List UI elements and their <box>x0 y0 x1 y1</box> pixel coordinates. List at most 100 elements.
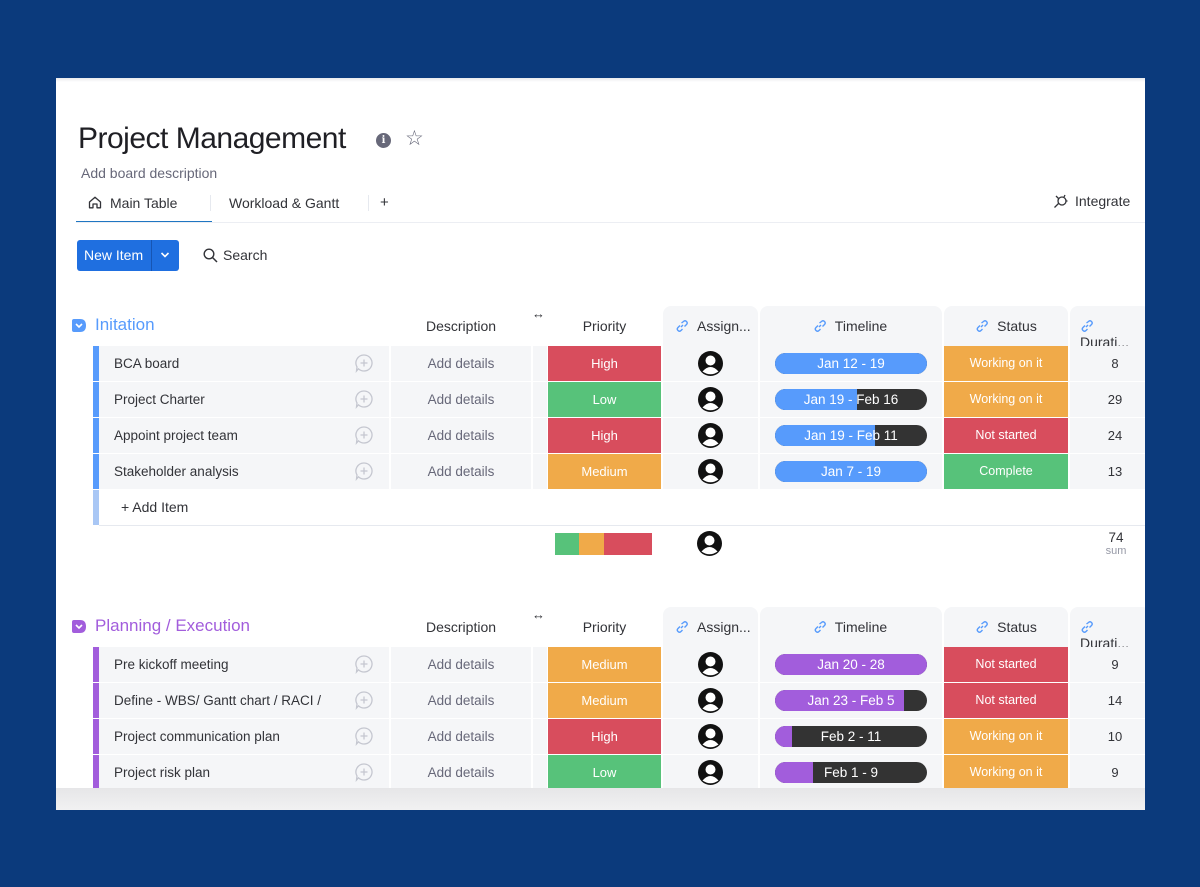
column-header-priority[interactable]: Priority <box>548 619 661 635</box>
integrate-button[interactable]: Integrate <box>1053 193 1130 209</box>
assignee-cell[interactable] <box>663 755 758 790</box>
description-cell[interactable]: Add details <box>391 454 531 489</box>
item-name-cell[interactable]: Pre kickoff meeting <box>99 647 389 682</box>
timeline-cell[interactable]: Jan 19 - Feb 16 <box>760 382 942 417</box>
priority-label[interactable]: Medium <box>548 454 661 489</box>
timeline-cell[interactable]: Feb 2 - 11 <box>760 719 942 754</box>
description-cell[interactable]: Add details <box>391 346 531 381</box>
item-name-cell[interactable]: Appoint project team <box>99 418 389 453</box>
status-label[interactable]: Not started <box>944 647 1068 682</box>
priority-label[interactable]: Medium <box>548 683 661 718</box>
avatar-icon[interactable] <box>697 350 724 377</box>
item-name[interactable]: BCA board <box>114 356 179 371</box>
item-name[interactable]: Project communication plan <box>114 729 280 744</box>
priority-segment-low[interactable] <box>555 533 580 555</box>
assignee-cell[interactable] <box>663 647 758 682</box>
assignee-cell[interactable] <box>663 683 758 718</box>
column-header-status[interactable]: Status <box>944 619 1068 635</box>
column-header-timeline[interactable]: Timeline <box>760 619 940 635</box>
add-item-button[interactable]: + Add Item <box>121 499 188 515</box>
duration-cell[interactable]: 14 <box>1070 683 1145 718</box>
add-update-icon[interactable] <box>354 654 374 674</box>
duration-cell[interactable]: 10 <box>1070 719 1145 754</box>
table-row[interactable]: BCA board Add details High Jan 12 - 19 Worki… <box>56 346 1145 382</box>
avatar-icon[interactable] <box>697 458 724 485</box>
timeline-pill[interactable]: Feb 1 - 9 <box>775 762 927 783</box>
status-label[interactable]: Not started <box>944 683 1068 718</box>
assignee-cell[interactable] <box>663 346 758 381</box>
add-item-row[interactable]: + Add Item <box>56 490 1145 526</box>
group-title[interactable]: Initation <box>95 315 155 335</box>
tab-workload-gantt[interactable]: Workload & Gantt <box>229 191 339 223</box>
timeline-pill[interactable]: Jan 20 - 28 <box>775 654 927 675</box>
item-name[interactable]: Project risk plan <box>114 765 210 780</box>
resize-column-icon[interactable]: ↔ <box>532 607 545 622</box>
avatar-icon[interactable] <box>697 386 724 413</box>
assignee-cell[interactable] <box>663 382 758 417</box>
table-row[interactable]: Project risk plan Add details Low Feb 1 - 9… <box>56 755 1145 791</box>
add-update-icon[interactable] <box>354 389 374 409</box>
column-header-assignee[interactable]: Assign... <box>663 619 758 635</box>
column-header-description[interactable]: Description <box>391 318 531 334</box>
duration-cell[interactable]: 24 <box>1070 418 1145 453</box>
priority-distribution-bar[interactable] <box>555 533 652 555</box>
info-icon[interactable]: i <box>376 133 391 148</box>
timeline-cell[interactable]: Jan 7 - 19 <box>760 454 942 489</box>
avatar-icon[interactable] <box>697 759 724 786</box>
add-update-icon[interactable] <box>354 726 374 746</box>
item-name[interactable]: Project Charter <box>114 392 205 407</box>
priority-label[interactable]: Low <box>548 382 661 417</box>
assignee-cell[interactable] <box>663 454 758 489</box>
table-row[interactable]: Appoint project team Add details High Jan 1… <box>56 418 1145 454</box>
status-label[interactable]: Working on it <box>944 382 1068 417</box>
priority-segment-medium[interactable] <box>579 533 604 555</box>
avatar-icon[interactable] <box>697 422 724 449</box>
table-row[interactable]: Define - WBS/ Gantt chart / RACI / Add de… <box>56 683 1145 719</box>
chevron-down-icon[interactable] <box>157 248 173 262</box>
column-header-status[interactable]: Status <box>944 318 1068 334</box>
priority-label[interactable]: Low <box>548 755 661 790</box>
status-label[interactable]: Not started <box>944 418 1068 453</box>
timeline-pill[interactable]: Jan 19 - Feb 11 <box>775 425 927 446</box>
timeline-pill[interactable]: Jan 23 - Feb 5 <box>775 690 927 711</box>
add-update-icon[interactable] <box>354 762 374 782</box>
new-item-button[interactable]: New Item <box>77 240 179 271</box>
priority-label[interactable]: High <box>548 719 661 754</box>
resize-column-icon[interactable]: ↔ <box>532 306 545 321</box>
assignee-cell[interactable] <box>663 719 758 754</box>
timeline-cell[interactable]: Feb 1 - 9 <box>760 755 942 790</box>
duration-cell[interactable]: 29 <box>1070 382 1145 417</box>
item-name-cell[interactable]: BCA board <box>99 346 389 381</box>
description-cell[interactable]: Add details <box>391 382 531 417</box>
duration-cell[interactable]: 9 <box>1070 647 1145 682</box>
item-name-cell[interactable]: Project communication plan <box>99 719 389 754</box>
timeline-cell[interactable]: Jan 19 - Feb 11 <box>760 418 942 453</box>
timeline-cell[interactable]: Jan 12 - 19 <box>760 346 942 381</box>
item-name[interactable]: Stakeholder analysis <box>114 464 239 479</box>
description-cell[interactable]: Add details <box>391 683 531 718</box>
item-name[interactable]: Pre kickoff meeting <box>114 657 229 672</box>
add-update-icon[interactable] <box>354 425 374 445</box>
priority-label[interactable]: High <box>548 418 661 453</box>
add-update-icon[interactable] <box>354 690 374 710</box>
board-description[interactable]: Add board description <box>81 165 217 181</box>
avatar-icon[interactable] <box>697 723 724 750</box>
item-name-cell[interactable]: Project Charter <box>99 382 389 417</box>
tab-main-table[interactable]: Main Table <box>76 191 212 223</box>
status-label[interactable]: Working on it <box>944 719 1068 754</box>
table-row[interactable]: Pre kickoff meeting Add details Medium Jan … <box>56 647 1145 683</box>
status-label[interactable]: Working on it <box>944 346 1068 381</box>
column-header-description[interactable]: Description <box>391 619 531 635</box>
column-header-timeline[interactable]: Timeline <box>760 318 940 334</box>
star-icon[interactable]: ☆ <box>405 126 424 151</box>
description-cell[interactable]: Add details <box>391 418 531 453</box>
item-name[interactable]: Define - WBS/ Gantt chart / RACI / <box>114 693 321 708</box>
column-header-priority[interactable]: Priority <box>548 318 661 334</box>
timeline-cell[interactable]: Jan 20 - 28 <box>760 647 942 682</box>
avatar-icon[interactable] <box>697 651 724 678</box>
table-row[interactable]: Project Charter Add details Low Jan 19 - Fe… <box>56 382 1145 418</box>
duration-cell[interactable]: 13 <box>1070 454 1145 489</box>
description-cell[interactable]: Add details <box>391 647 531 682</box>
timeline-pill[interactable]: Jan 12 - 19 <box>775 353 927 374</box>
table-row[interactable]: Stakeholder analysis Add details Medium Jan… <box>56 454 1145 490</box>
